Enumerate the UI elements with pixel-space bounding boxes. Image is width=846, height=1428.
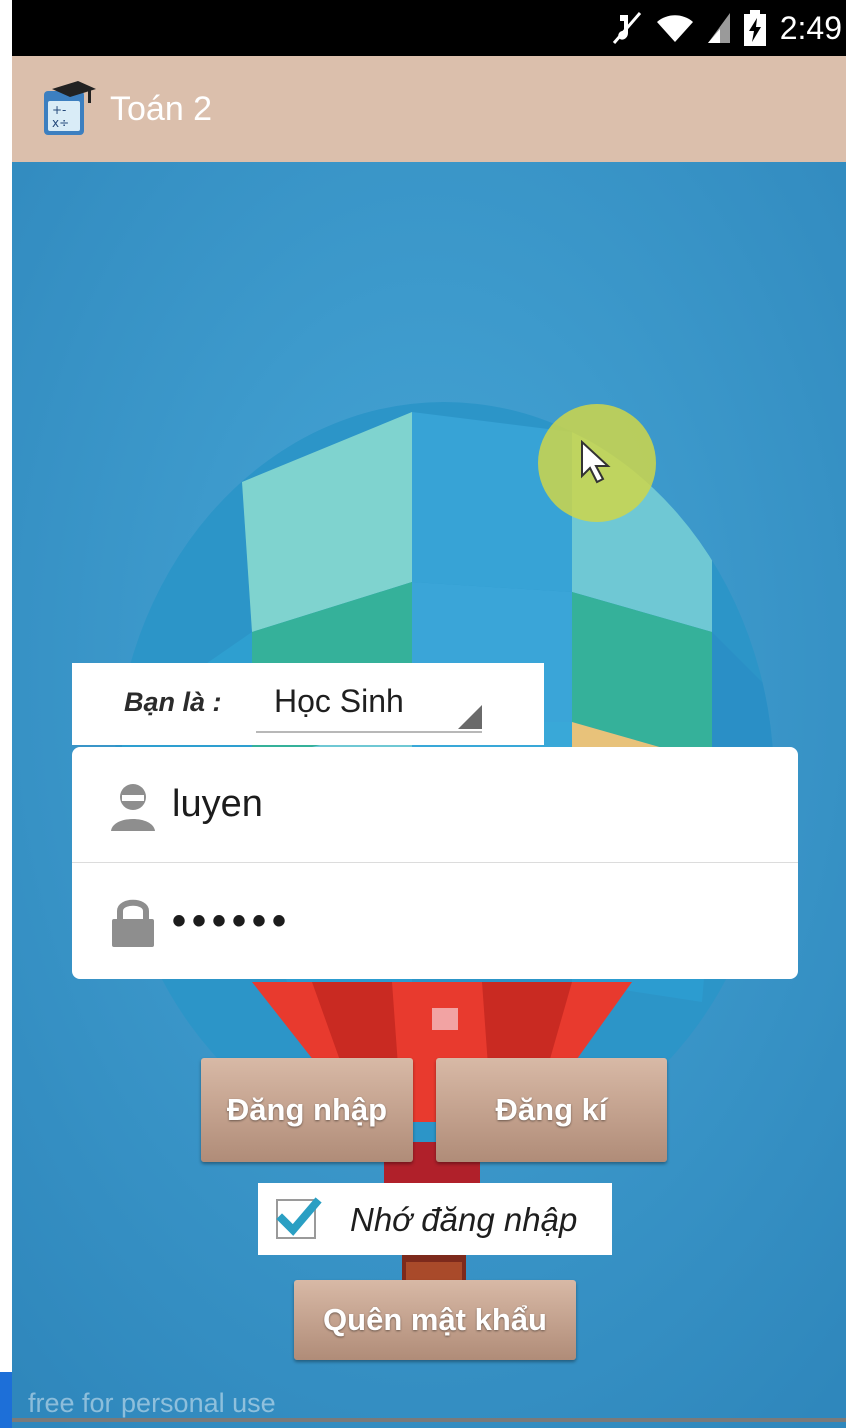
role-label: Bạn là :: [124, 687, 222, 717]
mute-icon: [612, 12, 641, 44]
status-icons: 2:49: [612, 8, 842, 48]
calculator-graduation-cap-icon[interactable]: +- x÷: [38, 81, 96, 137]
role-spinner[interactable]: Học Sinh: [256, 675, 482, 733]
app-title: Toán 2: [110, 89, 213, 128]
login-card: luyen ••••••: [72, 747, 798, 979]
mouse-pointer-icon: [581, 440, 611, 484]
remember-checkbox[interactable]: [276, 1197, 322, 1239]
bottom-divider: [12, 1418, 846, 1422]
clock: 2:49: [779, 9, 842, 46]
svg-text:x÷: x÷: [52, 116, 69, 130]
username-field[interactable]: luyen: [72, 747, 798, 863]
user-icon: [111, 784, 155, 831]
signal-icon: [707, 13, 730, 43]
register-button[interactable]: Đăng kí: [436, 1058, 667, 1162]
battery-charging-icon: [743, 10, 766, 46]
svg-text:+-: +-: [52, 103, 66, 117]
forgot-password-button[interactable]: Quên mật khẩu: [294, 1280, 576, 1360]
status-bar: 2:49: [12, 0, 846, 56]
watermark-text: free for personal use: [28, 1388, 276, 1418]
remember-label: Nhớ đăng nhập: [350, 1201, 578, 1238]
checkmark-icon: [276, 1197, 322, 1236]
role-value: Học Sinh: [274, 683, 404, 719]
role-selector-panel: Bạn là : Học Sinh: [72, 663, 544, 745]
username-value: luyen: [172, 783, 263, 825]
spinner-arrow-icon: [458, 705, 482, 729]
wifi-icon: [656, 15, 693, 42]
remember-me-row[interactable]: Nhớ đăng nhập: [258, 1183, 612, 1255]
login-button[interactable]: Đăng nhập: [201, 1058, 413, 1162]
action-bar: +- x÷ Toán 2: [12, 56, 846, 162]
password-value: ••••••: [172, 899, 293, 943]
lock-icon: [112, 899, 154, 947]
password-field[interactable]: ••••••: [72, 863, 798, 979]
phone-screen: 2:49 +- x÷ Toán 2 Bạn là : Học Sinh luye…: [12, 0, 846, 1428]
